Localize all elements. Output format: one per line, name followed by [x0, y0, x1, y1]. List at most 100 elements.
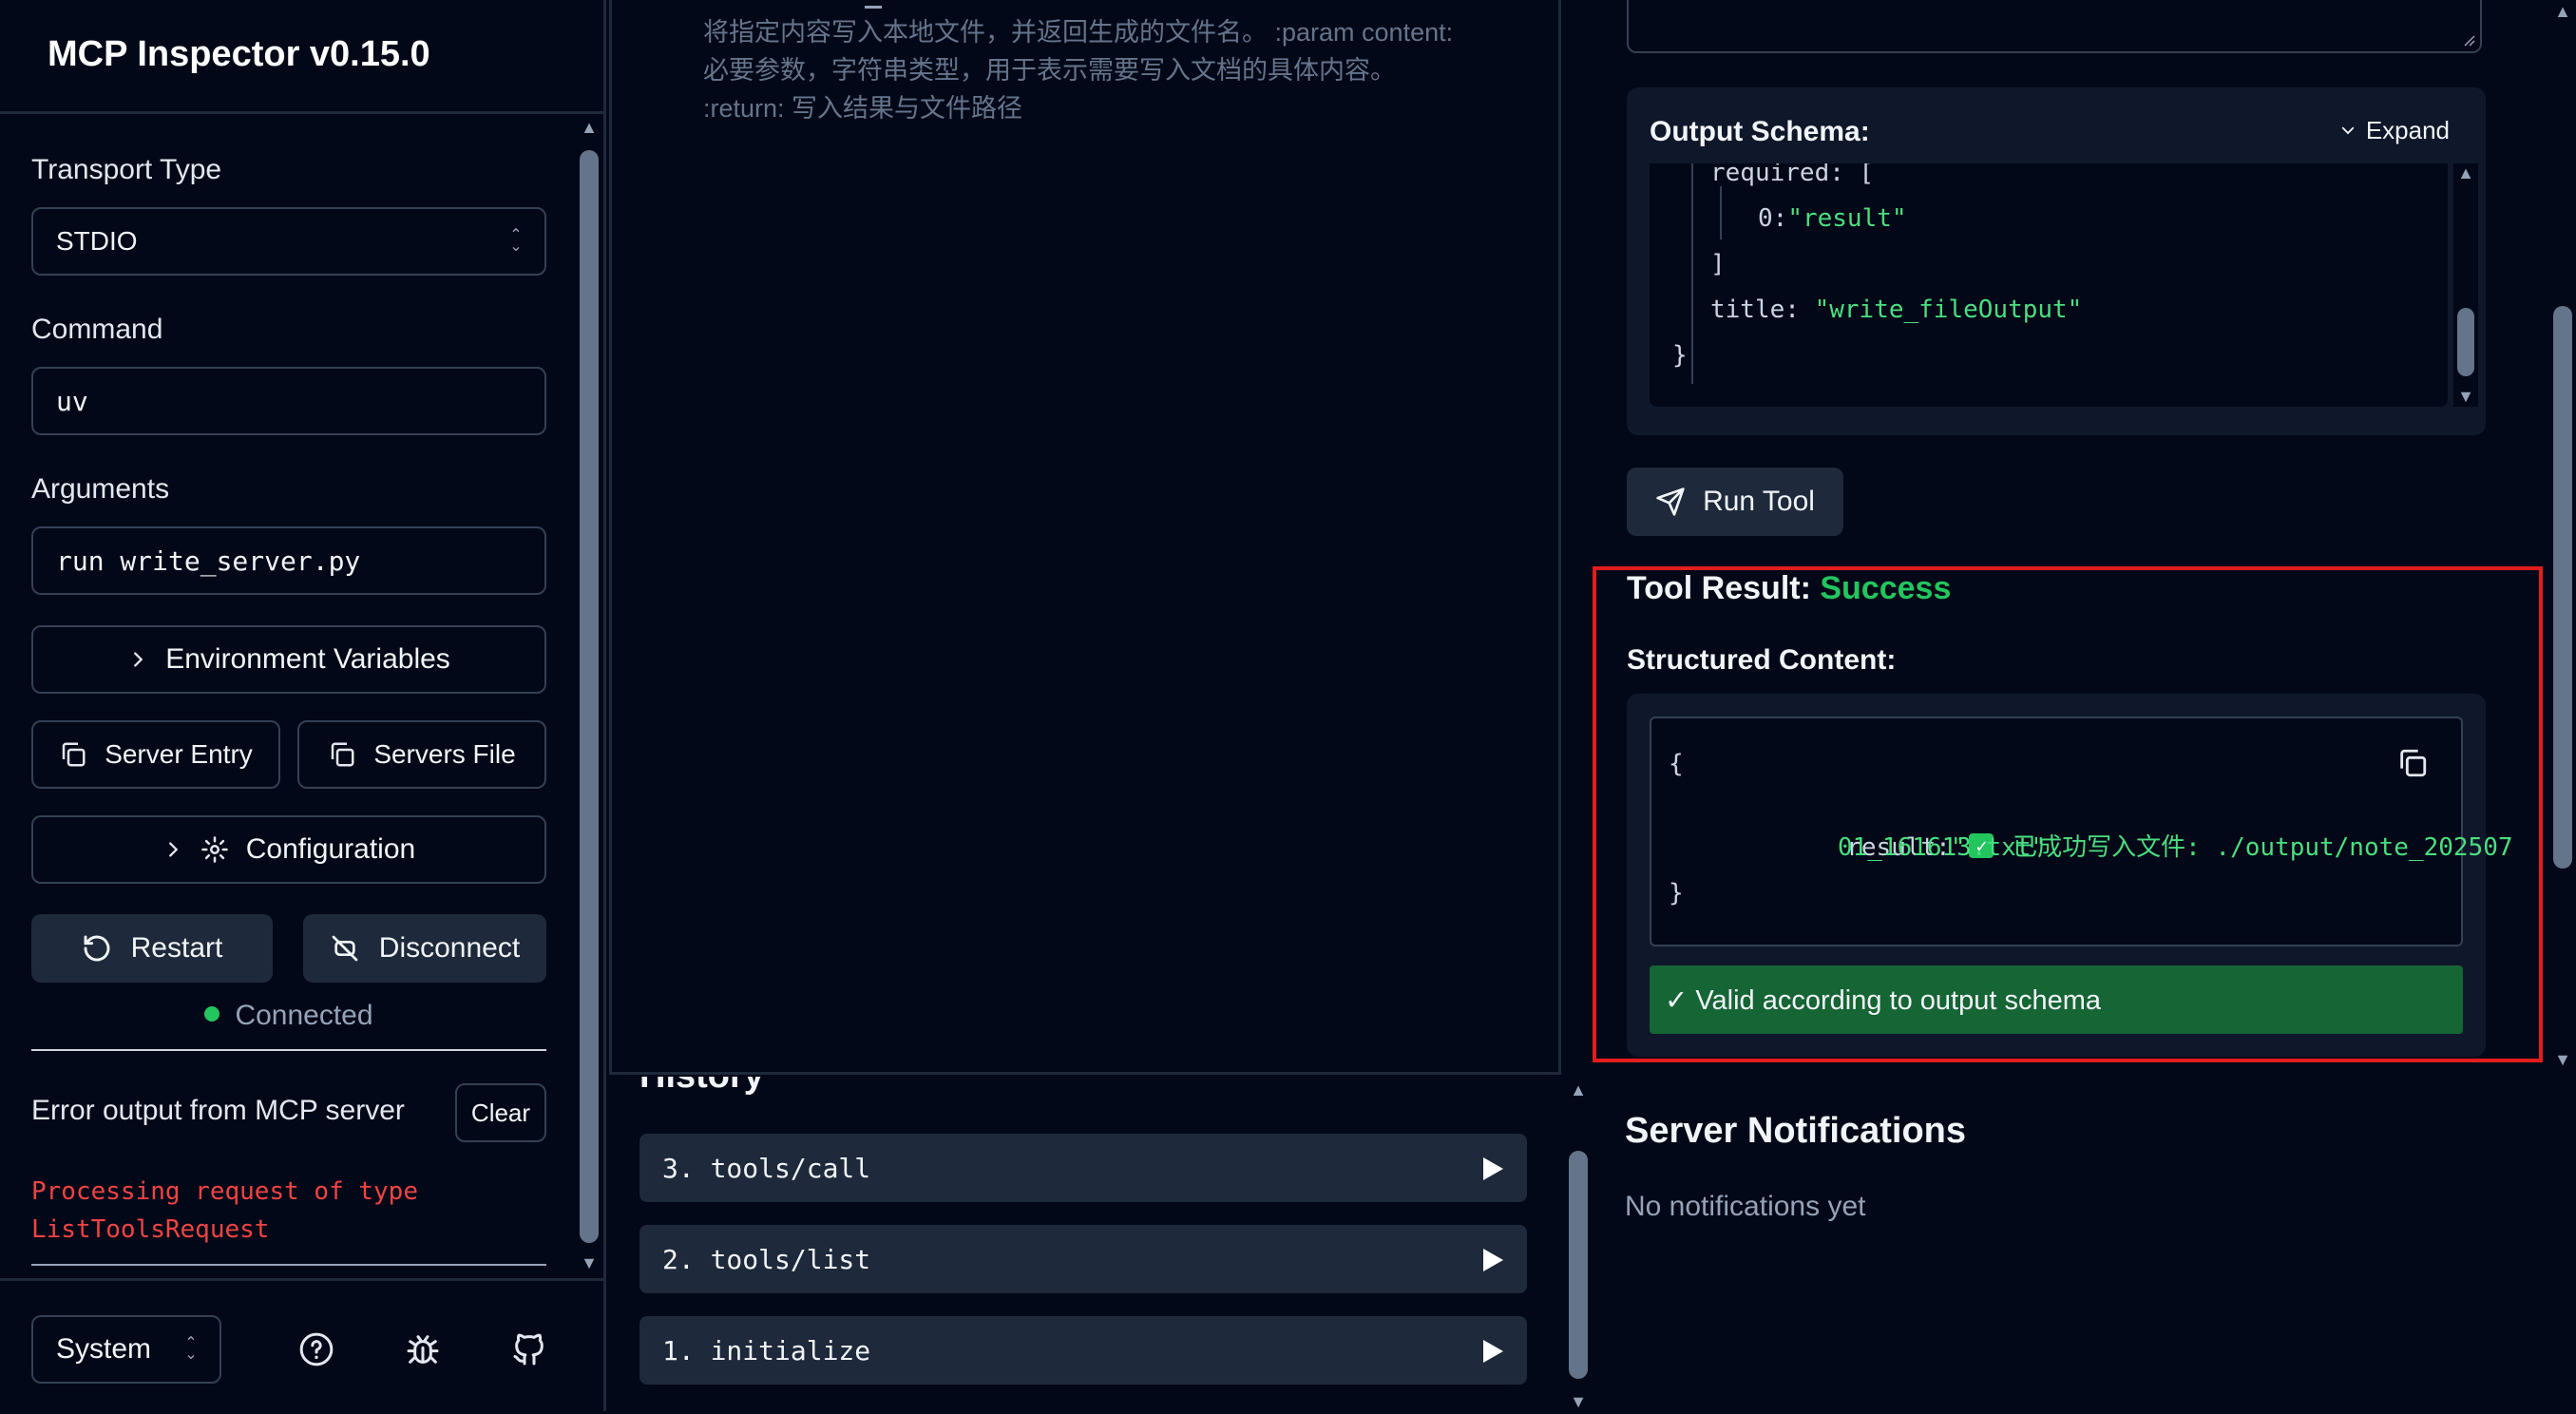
theme-value: System	[56, 1333, 152, 1365]
scroll-up-icon[interactable]: ▲	[576, 118, 602, 138]
result-brace: {	[1669, 750, 1684, 778]
history-item-label: 3. tools/call	[662, 1152, 871, 1184]
transport-type-select[interactable]: STDIO ⌃ ⌄	[31, 207, 546, 276]
scrollbar-thumb[interactable]	[1569, 1151, 1588, 1379]
play-icon[interactable]	[1481, 1248, 1504, 1279]
scrollbar-thumb[interactable]	[580, 150, 599, 1243]
tool-description: 将指定内容写入本地文件，并返回生成的文件名。 :param content: 必…	[703, 6, 1463, 127]
schema-validation-banner: ✓ Valid according to output schema	[1650, 965, 2463, 1034]
configuration-label: Configuration	[245, 833, 416, 865]
description-line: 将指定内容写入本地文件，并返回生成的文件名。 :param content:	[703, 18, 1454, 47]
disconnect-label: Disconnect	[378, 932, 521, 964]
app-title: MCP Inspector v0.15.0	[48, 34, 430, 74]
scroll-up-icon[interactable]: ▲	[2549, 2, 2576, 22]
structured-content-code: { result:" ✓ 已成功写入文件: ./output/note_20250…	[1650, 717, 2513, 946]
history-item[interactable]: 1. initialize	[639, 1316, 1527, 1385]
error-output-title: Error output from MCP server	[31, 1095, 405, 1126]
tool-detail-panel: Output Schema: Expand required: [ 0:"res…	[1564, 0, 2576, 1072]
command-label: Command	[31, 314, 163, 345]
server-notifications-title: Server Notifications	[1625, 1111, 1966, 1151]
schema-value: "result"	[1787, 204, 1907, 233]
truncated-text-mark	[865, 6, 882, 9]
connection-status: Connected	[31, 1000, 546, 1032]
github-icon[interactable]	[510, 1330, 548, 1368]
chevron-right-icon	[162, 839, 183, 860]
schema-brace: }	[1672, 341, 1688, 370]
sidebar-header: MCP Inspector v0.15.0	[0, 0, 603, 114]
expand-button[interactable]: Expand	[2339, 116, 2450, 145]
schema-key: 0:	[1758, 204, 1788, 233]
scrollbar-thumb[interactable]	[2553, 306, 2572, 869]
history-item-label: 1. initialize	[662, 1334, 871, 1366]
transport-type-label: Transport Type	[31, 154, 222, 185]
output-schema-card: Output Schema: Expand required: [ 0:"res…	[1627, 87, 2486, 435]
structured-content-title: Structured Content:	[1627, 644, 1897, 676]
scrollbar-thumb[interactable]	[2457, 308, 2474, 376]
play-icon[interactable]	[1481, 1156, 1504, 1188]
environment-variables-button[interactable]: Environment Variables	[31, 625, 546, 694]
scroll-up-icon[interactable]: ▲	[2453, 163, 2478, 183]
unplug-icon	[330, 933, 360, 964]
configuration-button[interactable]: Configuration	[31, 815, 546, 884]
description-line: :return: 写入结果与文件路径	[703, 94, 1023, 123]
run-tool-label: Run Tool	[1703, 486, 1815, 517]
server-notifications-panel: Server Notifications No notifications ye…	[1593, 1075, 2576, 1411]
tool-result-label: Tool Result:	[1627, 570, 1811, 606]
sidebar-footer: System ⌃ ⌄	[0, 1278, 603, 1411]
copy-icon[interactable]	[2396, 747, 2429, 791]
tool-detail-scrollbar[interactable]: ▲ ▼	[2549, 0, 2576, 1072]
servers-file-label: Servers File	[373, 739, 516, 769]
scroll-up-icon[interactable]: ▲	[1565, 1080, 1592, 1100]
history-panel: History 3. tools/call 2. tools/list 1. i…	[609, 1072, 1592, 1414]
status-dot	[204, 1006, 220, 1022]
run-tool-button[interactable]: Run Tool	[1627, 468, 1843, 536]
restart-label: Restart	[130, 932, 223, 964]
schema-bracket: ]	[1710, 250, 1726, 278]
sidebar: MCP Inspector v0.15.0 Transport Type STD…	[0, 0, 606, 1411]
server-entry-label: Server Entry	[105, 739, 253, 769]
select-arrows-icon: ⌃ ⌄	[184, 1335, 198, 1363]
history-item[interactable]: 2. tools/list	[639, 1225, 1527, 1293]
indent-guide	[1691, 163, 1693, 384]
schema-bracket: [	[1859, 163, 1875, 187]
command-input[interactable]: uv	[31, 367, 546, 435]
bug-icon[interactable]	[404, 1330, 442, 1368]
expand-label: Expand	[2365, 116, 2450, 144]
history-item[interactable]: 3. tools/call	[639, 1134, 1527, 1202]
divider	[31, 1264, 546, 1266]
restart-button[interactable]: Restart	[31, 914, 273, 983]
schema-key: required:	[1710, 163, 1844, 187]
sidebar-scrollbar[interactable]: ▲ ▼	[576, 116, 602, 1275]
arguments-input[interactable]: run write_server.py	[31, 526, 546, 595]
schema-scrollbar[interactable]: ▲ ▼	[2453, 163, 2478, 407]
environment-variables-label: Environment Variables	[165, 643, 450, 675]
connection-settings: Transport Type STDIO ⌃ ⌄ Command uv Argum…	[31, 116, 546, 1275]
transport-type-value: STDIO	[56, 226, 138, 256]
servers-file-button[interactable]: Servers File	[297, 720, 546, 789]
history-scrollbar[interactable]: ▲ ▼	[1565, 1075, 1592, 1414]
arguments-label: Arguments	[31, 473, 170, 505]
scroll-down-icon[interactable]: ▼	[576, 1253, 602, 1273]
command-value: uv	[56, 385, 88, 417]
resize-handle-icon[interactable]	[2461, 32, 2476, 48]
arguments-value: run write_server.py	[56, 545, 361, 577]
result-value-line: 已成功写入文件: ./output/note_202507	[2013, 833, 2513, 862]
scroll-down-icon[interactable]: ▼	[2549, 1050, 2576, 1070]
connection-status-text: Connected	[235, 1000, 373, 1031]
clear-button[interactable]: Clear	[455, 1083, 546, 1142]
notifications-empty-text: No notifications yet	[1625, 1191, 1866, 1222]
copy-icon	[59, 740, 87, 769]
scroll-down-icon[interactable]: ▼	[2453, 387, 2478, 407]
theme-select[interactable]: System ⌃ ⌄	[31, 1315, 221, 1384]
tool-input-textarea[interactable]	[1627, 0, 2482, 53]
server-entry-button[interactable]: Server Entry	[31, 720, 280, 789]
output-schema-code: required: [ 0:"result" ] title: "write_f…	[1650, 163, 2448, 407]
result-value-line: 01_161613.txt"	[1838, 833, 2047, 862]
error-line: ListToolsRequest	[31, 1215, 270, 1244]
send-icon	[1655, 487, 1686, 517]
play-icon[interactable]	[1481, 1339, 1504, 1370]
scroll-down-icon[interactable]: ▼	[1565, 1392, 1592, 1412]
disconnect-button[interactable]: Disconnect	[303, 914, 546, 983]
gear-icon	[200, 835, 229, 864]
help-circle-icon[interactable]	[297, 1330, 335, 1368]
